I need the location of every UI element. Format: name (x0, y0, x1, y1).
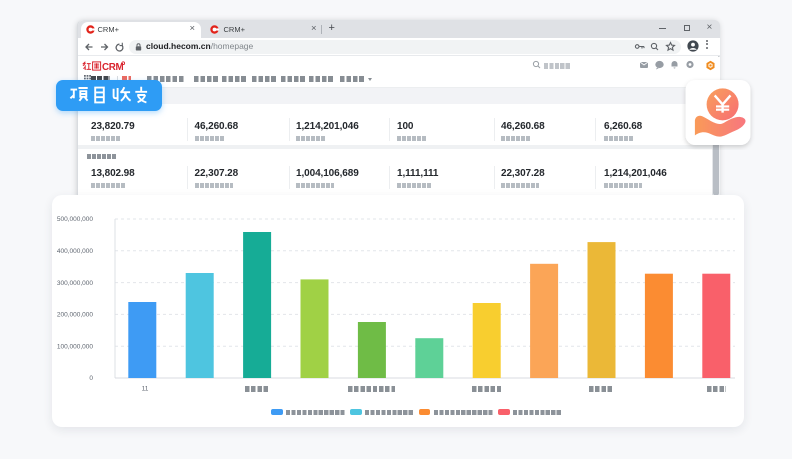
svg-text:CRM: CRM (102, 62, 124, 72)
svg-text:0: 0 (89, 375, 93, 382)
svg-text:400,000,000: 400,000,000 (57, 248, 94, 255)
svg-text:200,000,000: 200,000,000 (57, 312, 94, 319)
svg-text:100,000,000: 100,000,000 (57, 343, 94, 350)
svg-text:500,000,000: 500,000,000 (57, 216, 94, 223)
svg-text:300,000,000: 300,000,000 (57, 280, 94, 287)
svg-text:11: 11 (142, 386, 149, 393)
